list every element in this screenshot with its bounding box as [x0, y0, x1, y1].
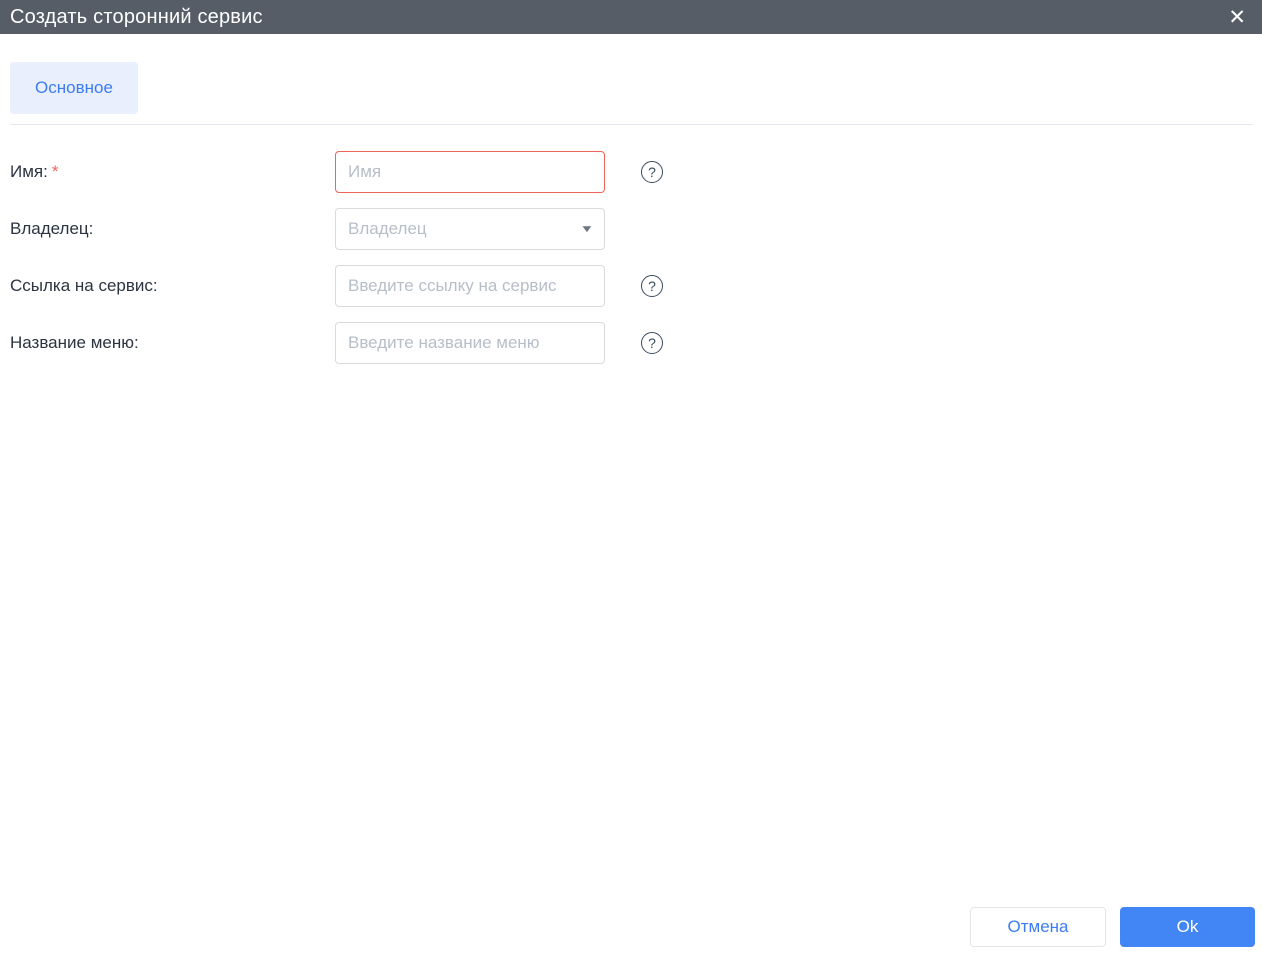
- service-link-help-icon[interactable]: ?: [641, 275, 663, 297]
- form-row-menu-name: Название меню: ?: [0, 322, 1262, 364]
- chevron-down-icon: ▼: [579, 223, 595, 235]
- menu-name-label: Название меню:: [10, 333, 139, 352]
- tab-divider: [10, 124, 1253, 125]
- name-help-icon[interactable]: ?: [641, 161, 663, 183]
- cancel-button[interactable]: Отмена: [970, 907, 1106, 947]
- service-form: Имя:* ? Владелец: Владелец ▼ Ссылка на с…: [0, 151, 1262, 379]
- required-mark: *: [51, 162, 59, 181]
- dialog-titlebar: Создать сторонний сервис ✕: [0, 0, 1262, 34]
- close-icon[interactable]: ✕: [1226, 5, 1248, 30]
- ok-button[interactable]: Ok: [1120, 907, 1255, 947]
- name-input[interactable]: [335, 151, 605, 193]
- form-row-owner: Владелец: Владелец ▼: [0, 208, 1262, 250]
- tab-bar: Основное: [10, 62, 138, 114]
- tab-main[interactable]: Основное: [10, 62, 138, 114]
- owner-select[interactable]: Владелец ▼: [335, 208, 605, 250]
- form-row-service-link: Ссылка на сервис: ?: [0, 265, 1262, 307]
- form-row-name: Имя:* ?: [0, 151, 1262, 193]
- dialog-title: Создать сторонний сервис: [10, 5, 263, 28]
- service-link-label: Ссылка на сервис:: [10, 276, 158, 295]
- menu-name-help-icon[interactable]: ?: [641, 332, 663, 354]
- name-label: Имя: *: [10, 162, 59, 181]
- owner-label: Владелец:: [10, 219, 94, 238]
- menu-name-input[interactable]: [335, 322, 605, 364]
- dialog-footer: Отмена Ok: [970, 907, 1255, 947]
- service-link-input[interactable]: [335, 265, 605, 307]
- owner-select-placeholder: Владелец: [348, 219, 427, 238]
